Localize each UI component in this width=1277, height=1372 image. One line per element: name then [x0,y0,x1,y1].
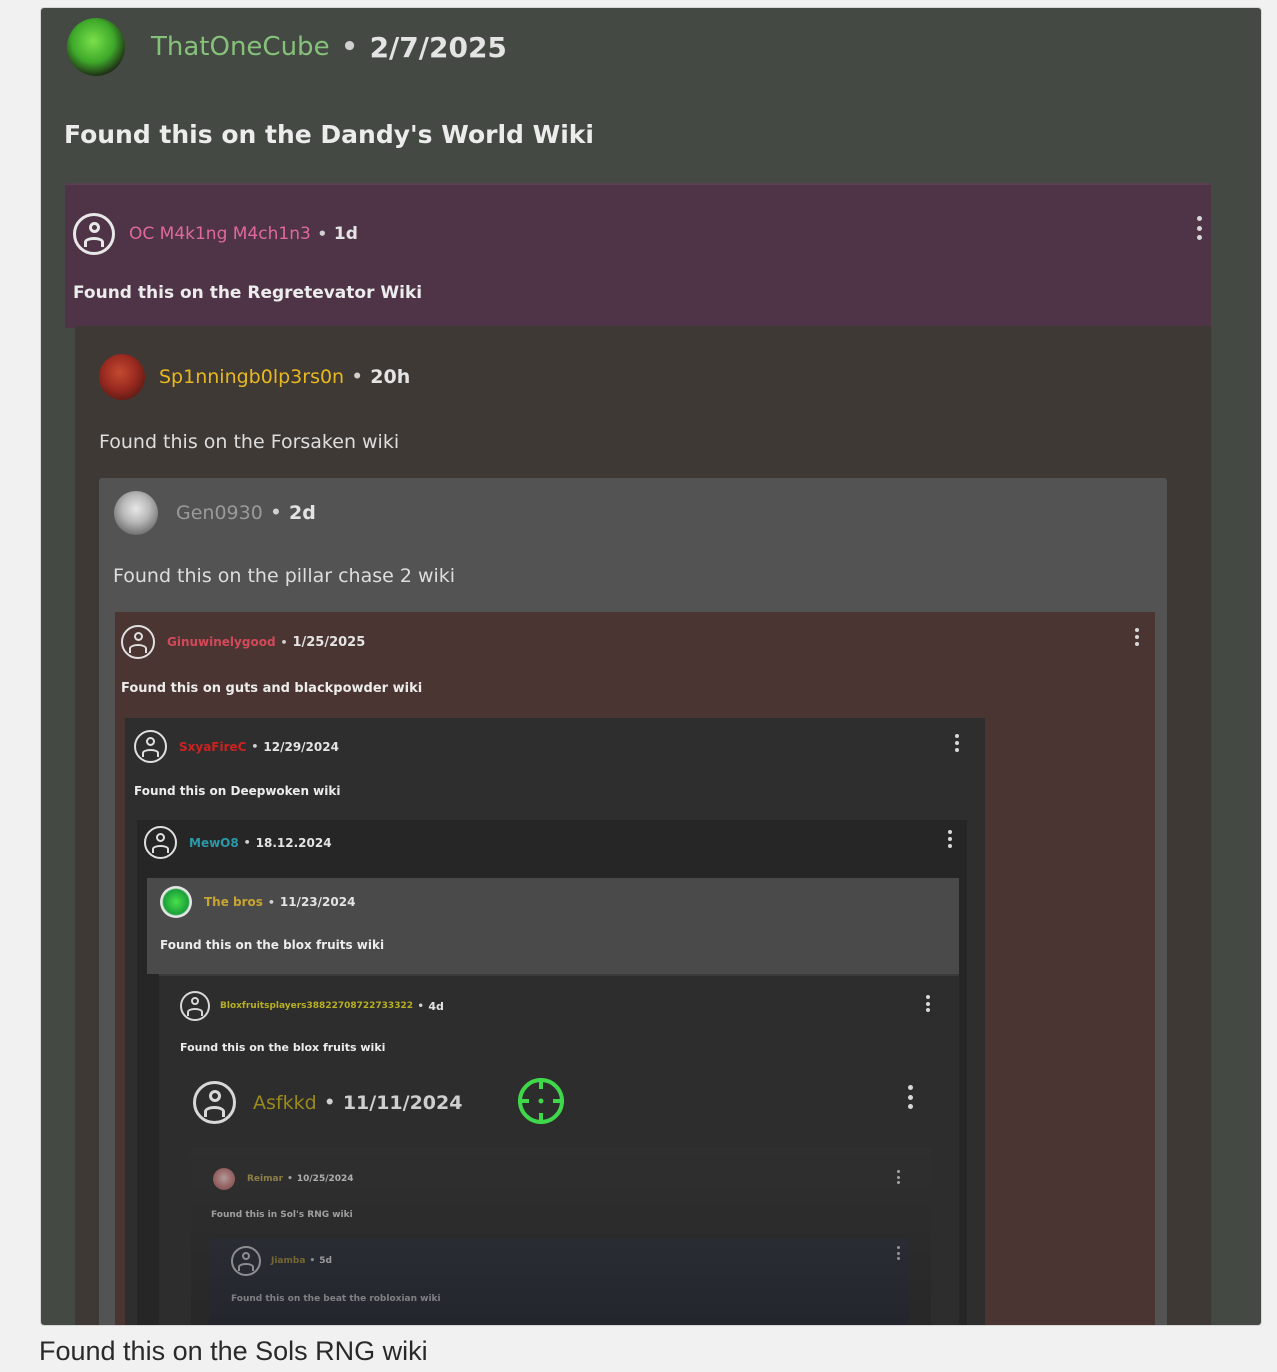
author-name[interactable]: ThatOneCube [151,32,330,62]
comment-1-header: OC M4k1ng M4ch1n3 • 1d [73,213,358,255]
kebab-menu-icon[interactable] [1196,216,1202,240]
comment-date: 20h [370,366,411,388]
user-circle-icon [121,625,155,659]
comment-date: 18.12.2024 [255,835,332,850]
comment-text: Found this on the Forsaken wiki [99,431,400,453]
kebab-menu-icon[interactable] [925,995,930,1012]
comment-date: 11/11/2024 [342,1091,463,1114]
post-header: ThatOneCube • 2/7/2025 [67,18,507,76]
comment-text: Found this on the blox fruits wiki [160,938,385,952]
separator: • [317,225,328,243]
thatonecube-avatar[interactable] [67,18,125,76]
embedded-screenshot: ThatOneCube • 2/7/2025 Found this on the… [40,7,1262,1326]
separator: • [324,1092,336,1113]
comment-text: Found this on the pillar chase 2 wiki [113,565,456,587]
crosshair-icon [516,1076,566,1126]
author-name[interactable]: OC M4k1ng M4ch1n3 [129,224,311,244]
comment-date: 12/29/2024 [263,739,339,754]
separator: • [267,895,275,909]
comment-text: Found this on the beat the robloxian wik… [231,1294,441,1304]
comment-2-header: Sp1nningb0lp3rs0n • 20h [99,354,410,400]
comment-text: Found this on Deepwoken wiki [134,784,341,798]
post-date: 2/7/2025 [369,30,507,64]
spinning-avatar[interactable] [99,354,145,400]
author-name[interactable]: SxyaFireC [179,740,246,754]
comment-4-header: Ginuwinelygood • 1/25/2025 [121,625,365,659]
user-circle-icon [193,1081,236,1124]
separator: • [280,635,288,649]
user-circle-icon [134,730,167,763]
comment-date: 2d [288,502,316,524]
separator: • [287,1174,293,1184]
comment-panel-1 [65,183,1211,328]
kebab-menu-icon[interactable] [907,1085,913,1109]
comment-date: 1/25/2025 [292,634,366,650]
comment-10-header: Reimar • 10/25/2024 [213,1168,354,1190]
comment-3-header: Gen0930 • 2d [114,491,316,535]
separator: • [251,740,259,753]
bros-avatar[interactable] [160,886,192,918]
author-name[interactable]: Asfkkd [253,1092,317,1114]
author-name[interactable]: Ginuwinelygood [167,635,276,649]
comment-text: Found this in Sol's RNG wiki [211,1210,353,1220]
user-circle-icon [180,991,210,1021]
author-name[interactable]: Jiamba [271,1256,305,1266]
post-text: Found this on the Dandy's World Wiki [64,120,594,149]
comment-date: 11/23/2024 [279,895,356,909]
reimar-avatar[interactable] [213,1168,235,1190]
author-name[interactable]: Sp1nningb0lp3rs0n [159,366,344,388]
comment-text: Found this on the blox fruits wiki [180,1041,386,1054]
kebab-menu-icon[interactable] [896,1170,900,1184]
user-circle-icon [231,1246,261,1276]
author-name[interactable]: The bros [204,895,263,909]
separator: • [417,1000,424,1012]
user-circle-icon [144,826,177,859]
kebab-menu-icon[interactable] [947,830,952,848]
user-circle-icon [73,213,115,255]
comment-date: 4d [428,999,444,1013]
comment-date: 1d [333,224,358,244]
kebab-menu-icon[interactable] [1134,628,1139,646]
comment-9-header: Asfkkd • 11/11/2024 [193,1081,462,1124]
separator: • [351,367,363,387]
comment-text: Found this on guts and blackpowder wiki [121,681,423,696]
gen-avatar[interactable] [114,491,158,535]
author-name[interactable]: Reimar [247,1174,283,1184]
separator: • [270,503,282,523]
image-caption: Found this on the Sols RNG wiki [39,1336,428,1366]
kebab-menu-icon[interactable] [896,1246,900,1260]
comment-text: Found this on the Regretevator Wiki [73,283,423,303]
author-name[interactable]: Gen0930 [176,502,263,524]
comment-5-header: SxyaFireC • 12/29/2024 [134,730,339,763]
separator: • [341,32,358,62]
comment-date: 5d [319,1256,332,1266]
comment-11-header: Jiamba • 5d [231,1246,332,1276]
separator: • [243,836,251,849]
author-name[interactable]: Bloxfruitsplayers38822708722733322 [220,1001,413,1011]
comment-6-header: MewO8 • 18.12.2024 [144,826,332,859]
separator: • [309,1256,316,1266]
author-name[interactable]: MewO8 [189,836,239,850]
comment-8-header: Bloxfruitsplayers38822708722733322 • 4d [180,991,444,1021]
comment-date: 10/25/2024 [296,1174,354,1184]
kebab-menu-icon[interactable] [954,734,959,752]
comment-7-header: The bros • 11/23/2024 [160,886,355,918]
